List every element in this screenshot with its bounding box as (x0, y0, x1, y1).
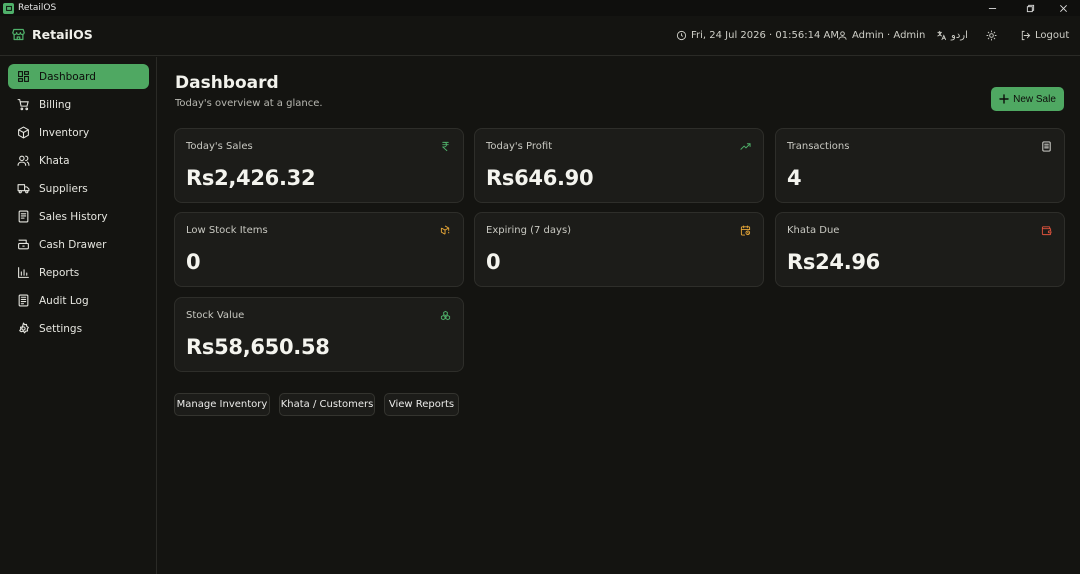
sidebar-item-label: Sales History (39, 210, 108, 223)
stat-card-todays-profit: Today's Profit Rs646.90 (474, 128, 764, 203)
store-icon (12, 28, 25, 41)
users-icon (17, 155, 30, 166)
receipt-icon (1041, 141, 1052, 152)
window-titlebar: RetailOS (0, 0, 1080, 16)
stat-value: 0 (486, 250, 501, 274)
sidebar-item-sales-history[interactable]: Sales History (8, 204, 149, 229)
new-sale-label: New Sale (1013, 93, 1056, 105)
language-toggle[interactable]: اردو (936, 28, 968, 42)
stat-label: Today's Profit (486, 141, 553, 152)
bar-chart-icon (18, 267, 29, 278)
stat-label: Transactions (787, 141, 850, 152)
sun-icon (986, 29, 997, 41)
package-alert-icon (440, 225, 451, 236)
stat-card-transactions: Transactions 4 (775, 128, 1065, 203)
stat-label: Khata Due (787, 225, 840, 236)
sidebar-item-inventory[interactable]: Inventory (8, 120, 149, 145)
window-title: RetailOS (18, 3, 57, 13)
calendar-clock-icon (740, 225, 751, 236)
close-button[interactable] (1046, 0, 1080, 16)
stat-label: Stock Value (186, 310, 245, 321)
sidebar-item-khata[interactable]: Khata (8, 148, 149, 173)
view-reports-button[interactable]: View Reports (384, 393, 459, 416)
stat-card-low-stock: Low Stock Items 0 (174, 212, 464, 287)
datetime-text: Fri, 24 Jul 2026 · 01:56:14 AM (691, 29, 839, 41)
stat-card-todays-sales: Today's Sales Rs2,426.32 (174, 128, 464, 203)
sidebar-item-suppliers[interactable]: Suppliers (8, 176, 149, 201)
stat-card-khata-due: Khata Due Rs24.96 (775, 212, 1065, 287)
sidebar-item-cash-drawer[interactable]: Cash Drawer (8, 232, 149, 257)
brand-name: RetailOS (32, 27, 93, 42)
stat-value: Rs2,426.32 (186, 166, 316, 190)
app-header: RetailOS Fri, 24 Jul 2026 · 01:56:14 AM … (0, 16, 1080, 56)
stat-label: Expiring (7 days) (486, 225, 572, 236)
sidebar-item-label: Reports (39, 266, 80, 279)
languages-icon (937, 30, 947, 40)
gear-icon (19, 322, 29, 334)
logout-label: Logout (1035, 29, 1070, 41)
log-icon (18, 294, 29, 307)
sidebar-item-label: Cash Drawer (39, 238, 107, 251)
user-icon (838, 30, 847, 40)
truck-icon (17, 184, 30, 194)
stat-value: Rs24.96 (787, 250, 880, 274)
clock-icon (676, 30, 687, 40)
logout-icon (1021, 30, 1031, 40)
plus-icon (999, 94, 1009, 104)
language-label: اردو (951, 29, 968, 41)
minimize-icon (988, 7, 996, 9)
restore-button[interactable] (1013, 0, 1047, 16)
sidebar-item-label: Inventory (39, 126, 90, 139)
sidebar-item-label: Audit Log (39, 294, 89, 307)
app-logo-icon (3, 2, 14, 14)
header-datetime: Fri, 24 Jul 2026 · 01:56:14 AM (676, 28, 839, 42)
sidebar-item-reports[interactable]: Reports (8, 260, 149, 285)
sidebar-item-label: Khata (39, 154, 70, 167)
theme-toggle[interactable] (986, 28, 1001, 42)
stat-card-stock-value: Stock Value Rs58,650.58 (174, 297, 464, 372)
brand[interactable]: RetailOS (11, 27, 93, 42)
page-title: Dashboard (175, 73, 279, 93)
sidebar-item-dashboard[interactable]: Dashboard (8, 64, 149, 89)
sidebar-item-label: Settings (39, 322, 83, 335)
close-icon (1059, 4, 1067, 12)
stat-value: 0 (186, 250, 201, 274)
cart-icon (17, 99, 29, 111)
sidebar-item-settings[interactable]: Settings (8, 316, 149, 341)
restore-icon (1026, 4, 1034, 12)
khata-customers-button[interactable]: Khata / Customers (279, 393, 375, 416)
sidebar-item-billing[interactable]: Billing (8, 92, 149, 117)
drawer-icon (18, 239, 29, 250)
boxes-icon (440, 310, 451, 321)
sidebar: Dashboard Billing Inventory Khata Suppli… (0, 57, 157, 574)
minimize-button[interactable] (975, 0, 1009, 16)
stat-value: Rs58,650.58 (186, 335, 330, 359)
new-sale-button[interactable]: New Sale (991, 87, 1064, 111)
page-subtitle: Today's overview at a glance. (175, 98, 323, 109)
sidebar-item-audit-log[interactable]: Audit Log (8, 288, 149, 313)
user-name: Admin · Admin (852, 29, 926, 41)
stat-label: Low Stock Items (186, 225, 268, 236)
sidebar-item-label: Dashboard (39, 70, 96, 83)
logout-button[interactable]: Logout (1020, 28, 1069, 42)
manage-inventory-button[interactable]: Manage Inventory (174, 393, 270, 416)
stat-label: Today's Sales (186, 141, 253, 152)
receipt-icon (18, 210, 29, 223)
sidebar-item-label: Billing (39, 98, 72, 111)
header-user: Admin · Admin (837, 28, 925, 42)
package-icon (18, 126, 29, 139)
layout-grid-icon (18, 71, 29, 82)
stat-value: Rs646.90 (486, 166, 594, 190)
rupee-icon (440, 141, 451, 152)
stat-value: 4 (787, 166, 802, 190)
sidebar-item-label: Suppliers (39, 182, 88, 195)
stat-card-expiring: Expiring (7 days) 0 (474, 212, 764, 287)
wallet-icon (1041, 225, 1052, 236)
trending-up-icon (740, 141, 751, 152)
